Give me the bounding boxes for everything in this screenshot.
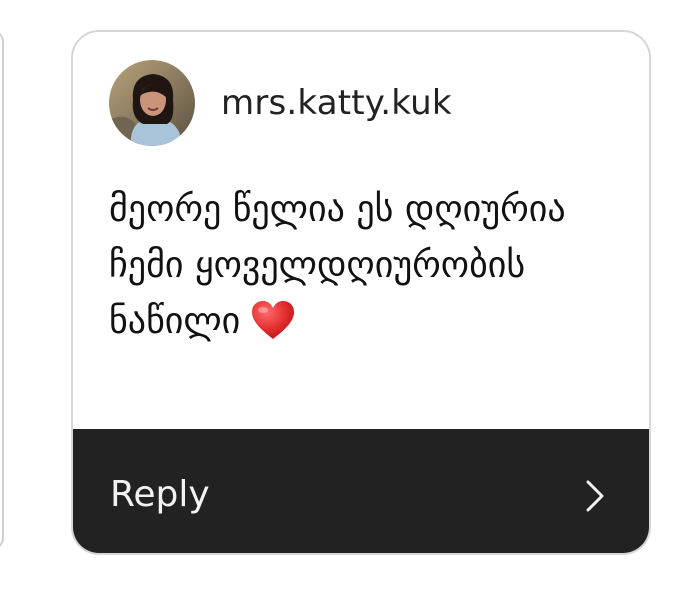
- sender-header: mrs.katty.kuk: [109, 60, 452, 146]
- reply-message: მეორე წელია ეს დღიურია ჩემი ყოველდღიურობ…: [109, 182, 609, 358]
- previous-card-edge: [0, 30, 4, 550]
- message-text: მეორე წელია ეს დღიურია ჩემი ყოველდღიურობ…: [109, 189, 566, 342]
- username[interactable]: mrs.katty.kuk: [221, 83, 452, 123]
- story-reply-card: mrs.katty.kuk მეორე წელია ეს დღიურია ჩემ…: [71, 30, 651, 555]
- chevron-right-icon: [586, 480, 604, 512]
- user-avatar-photo-icon: [109, 60, 195, 146]
- avatar[interactable]: [109, 60, 195, 146]
- red-heart-icon: [250, 299, 296, 358]
- reply-label: Reply: [110, 474, 210, 515]
- reply-button[interactable]: Reply: [73, 429, 649, 553]
